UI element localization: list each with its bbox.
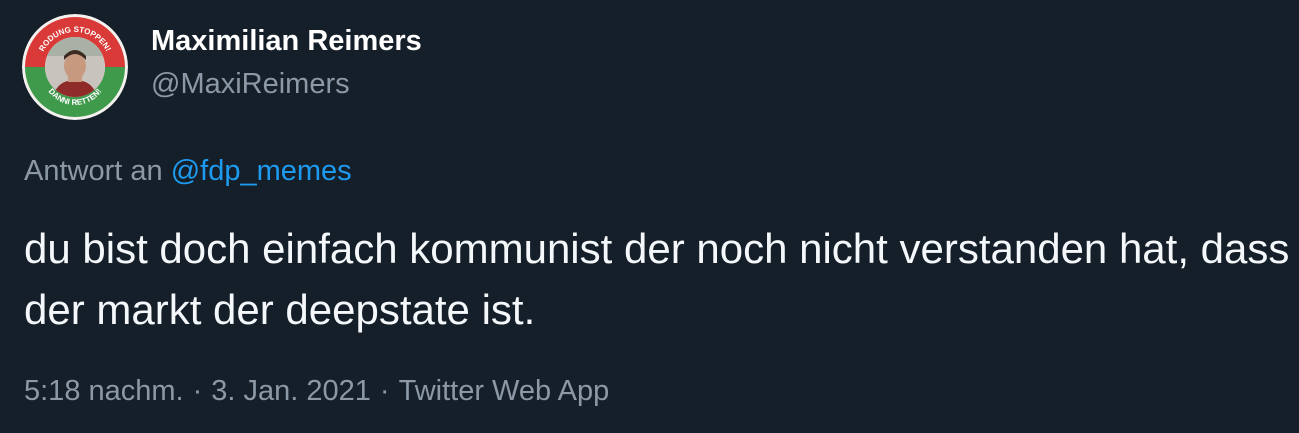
tweet-meta: 5:18 nachm. · 3. Jan. 2021 · Twitter Web App [24, 375, 609, 408]
avatar[interactable]: RODUNG STOPPEN! DANNI RETTEN! [22, 14, 128, 120]
reply-prefix: Antwort an [24, 155, 163, 187]
tweet-text: du bist doch einfach kommunist der noch … [24, 225, 1290, 333]
author-name[interactable]: Maximilian Reimers [151, 25, 422, 58]
meta-separator: · [379, 375, 390, 407]
tweet-source-link[interactable]: Twitter Web App [399, 375, 610, 407]
meta-separator: · [192, 375, 203, 407]
tweet-card: RODUNG STOPPEN! DANNI RETTEN! Maximilian… [0, 0, 1299, 433]
author-handle[interactable]: @MaxiReimers [151, 68, 350, 101]
reply-mention-link[interactable]: @fdp_memes [171, 155, 352, 187]
tweet-date[interactable]: 3. Jan. 2021 [211, 375, 371, 407]
reply-context: Antwort an @fdp_memes [24, 155, 352, 188]
avatar-badge-image: RODUNG STOPPEN! DANNI RETTEN! [22, 14, 128, 120]
tweet-time[interactable]: 5:18 nachm. [24, 375, 184, 407]
